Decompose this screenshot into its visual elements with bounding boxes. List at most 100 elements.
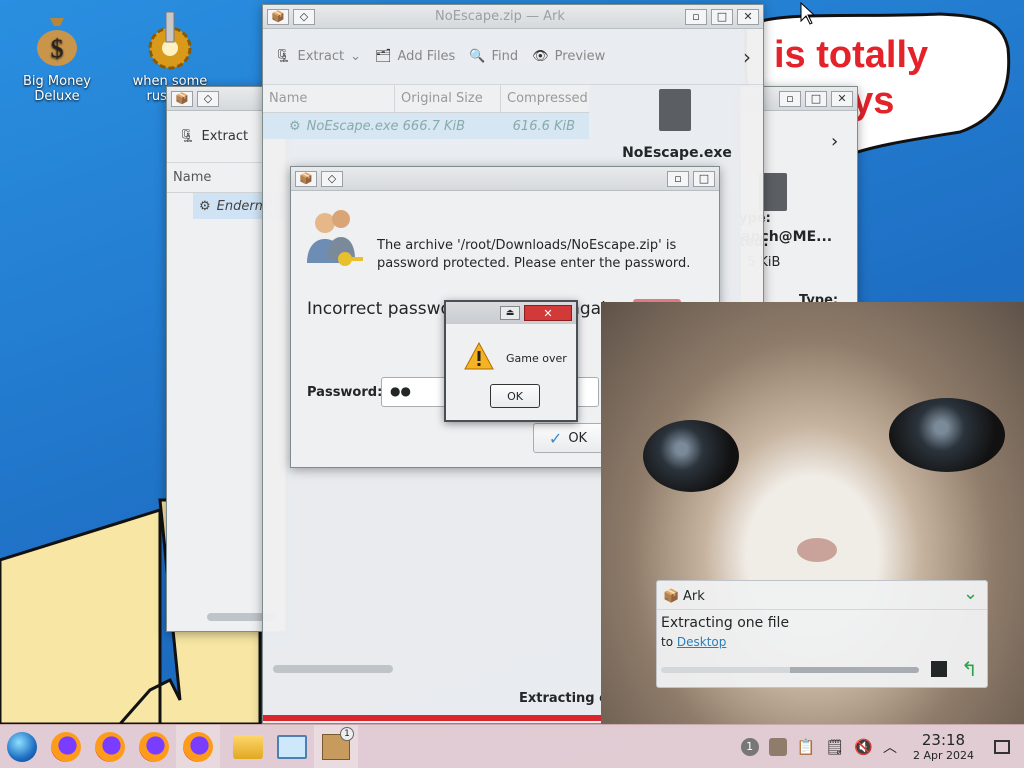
taskbar-firefox-1[interactable]	[44, 725, 88, 768]
restore-button[interactable]: ⏏	[500, 306, 520, 320]
toolbar: 🗜 Extract ⌄ 🗂 Add Files 🔍 Find 👁 Preview ›	[263, 29, 763, 85]
extract-label: Extract	[297, 49, 345, 64]
firefox-icon	[183, 731, 213, 762]
password-message: The archive '/root/Downloads/NoEscape.zi…	[377, 238, 691, 271]
users-key-icon	[305, 205, 363, 275]
to-label: to	[661, 635, 674, 649]
close-button[interactable]: ✕	[831, 90, 853, 107]
file-size: 666.7 KiB	[402, 118, 466, 134]
firefox-icon	[139, 731, 169, 762]
chevron-right-icon[interactable]: ›	[831, 131, 838, 152]
keep-above-button[interactable]: ◇	[293, 8, 315, 25]
checkmark-icon: ✓	[548, 428, 563, 448]
firefox-icon	[51, 731, 81, 762]
ok-button[interactable]: ✓ OK	[533, 423, 603, 453]
clock[interactable]: 23:18 2 Apr 2024	[913, 731, 974, 762]
chevron-down-icon[interactable]: ⌄	[963, 583, 978, 604]
notification-app: Ark	[683, 589, 705, 604]
extract-label: Extract	[201, 129, 249, 144]
extract-icon: 🗜	[179, 129, 196, 144]
taskbar: 1 1 📋 🗒 🔇 ︿ 23:18 2 Apr 2024	[0, 724, 1024, 768]
find-button[interactable]: 🔍 Find	[469, 49, 518, 64]
horizontal-scrollbar[interactable]	[273, 665, 393, 673]
app-icon: 📦	[267, 8, 289, 25]
notification-title: Extracting one file	[661, 615, 790, 631]
window-title: NoEscape.zip — Ark	[435, 9, 565, 24]
notes-icon[interactable]: 🗒	[825, 738, 844, 756]
progress-bar	[661, 667, 919, 673]
add-files-icon: 🗂	[374, 49, 392, 64]
destination-link[interactable]: Desktop	[677, 635, 727, 649]
ok-button[interactable]: OK	[490, 384, 540, 408]
clipboard-icon[interactable]: 📋	[797, 738, 816, 756]
add-files-label: Add Files	[397, 49, 456, 64]
keep-above-button[interactable]: ◇	[321, 170, 343, 187]
taskbar-ark[interactable]: 1	[314, 724, 358, 768]
game-over-dialog: ⏏ ✕ Game over OK	[444, 300, 578, 422]
minimize-button[interactable]: ▫	[779, 90, 801, 107]
extract-button[interactable]: 🗜 Extract	[179, 129, 248, 144]
stop-button[interactable]	[931, 661, 947, 677]
windows-logo-icon	[7, 731, 37, 762]
close-button[interactable]: ✕	[524, 305, 572, 321]
taskbar-system-settings[interactable]	[270, 725, 314, 768]
maximize-button[interactable]: □	[710, 8, 733, 25]
preview-label: Preview	[554, 49, 606, 64]
file-icon: ⚙	[289, 118, 301, 134]
cat-eye-right	[889, 398, 1005, 472]
taskbar-firefox-4[interactable]	[176, 724, 220, 768]
column-header: Name Original Size Compressed	[263, 85, 589, 113]
find-label: Find	[491, 49, 519, 64]
show-desktop-icon[interactable]	[994, 739, 1010, 754]
file-row[interactable]: ⚙ NoEscape.exe 666.7 KiB 616.6 KiB	[263, 113, 589, 139]
column-name[interactable]: Name	[263, 85, 395, 112]
clock-time: 23:18	[921, 731, 966, 749]
window-titlebar[interactable]: 📦 ◇ NoEscape.zip — Ark ▫ □ ✕	[263, 5, 763, 29]
file-thumbnail-icon	[659, 89, 691, 131]
cat-nose	[797, 538, 837, 562]
chevron-up-icon[interactable]: ︿	[883, 737, 897, 757]
monitor-icon	[277, 734, 307, 759]
extract-icon: 🗜	[275, 49, 292, 64]
password-label: Password:	[307, 385, 383, 400]
notification-count-badge[interactable]: 1	[740, 737, 759, 756]
details-file-name: NoEscape.exe	[622, 145, 732, 161]
dialog-titlebar[interactable]: 📦 ◇ ▫ □	[291, 167, 719, 191]
column-original-size[interactable]: Original Size	[395, 85, 501, 112]
taskbar-firefox-3[interactable]	[132, 725, 176, 768]
divider	[657, 609, 987, 610]
file-icon: ⚙	[199, 198, 211, 214]
close-button[interactable]: ✕	[736, 8, 759, 25]
ok-label: OK	[507, 389, 523, 403]
notification-destination-line: to Desktop	[661, 635, 726, 649]
chevron-right-icon[interactable]: ›	[743, 45, 751, 69]
preview-icon: 👁	[532, 49, 549, 64]
file-name: Enderm	[216, 198, 268, 214]
volume-muted-icon[interactable]: 🔇	[854, 738, 873, 756]
clock-date: 2 Apr 2024	[912, 749, 974, 762]
cat-eye-left	[643, 420, 739, 492]
start-button[interactable]	[0, 725, 44, 768]
extraction-notification: 📦 Ark ⌄ Extracting one file to Desktop ↰	[656, 580, 988, 688]
taskbar-firefox-2[interactable]	[88, 725, 132, 768]
add-files-button[interactable]: 🗂 Add Files	[375, 49, 455, 64]
maximize-button[interactable]: □	[805, 90, 827, 107]
chevron-down-icon[interactable]: ⌄	[350, 49, 361, 64]
minimize-button[interactable]: ▫	[684, 8, 707, 25]
taskbar-file-manager[interactable]	[226, 725, 270, 768]
file-compressed: 616.6 KiB	[512, 118, 576, 134]
open-folder-arrow-icon[interactable]: ↰	[961, 657, 978, 681]
column-compressed[interactable]: Compressed	[501, 85, 589, 112]
extract-button[interactable]: 🗜 Extract ⌄	[275, 49, 361, 64]
folder-icon	[233, 734, 263, 759]
mouse-cursor	[800, 1, 816, 30]
system-tray: 1 📋 🗒 🔇 ︿ 23:18 2 Apr 2024	[740, 731, 1024, 762]
minimize-button[interactable]: ▫	[667, 170, 689, 187]
preview-button[interactable]: 👁 Preview	[532, 49, 605, 64]
cat-tray-icon[interactable]	[768, 737, 787, 756]
maximize-button[interactable]: □	[693, 170, 715, 187]
file-name: NoEscape.exe	[306, 118, 399, 134]
dialog-titlebar[interactable]: ⏏ ✕	[446, 302, 576, 324]
search-icon: 🔍	[469, 49, 486, 64]
keep-above-button[interactable]: ◇	[197, 90, 219, 107]
